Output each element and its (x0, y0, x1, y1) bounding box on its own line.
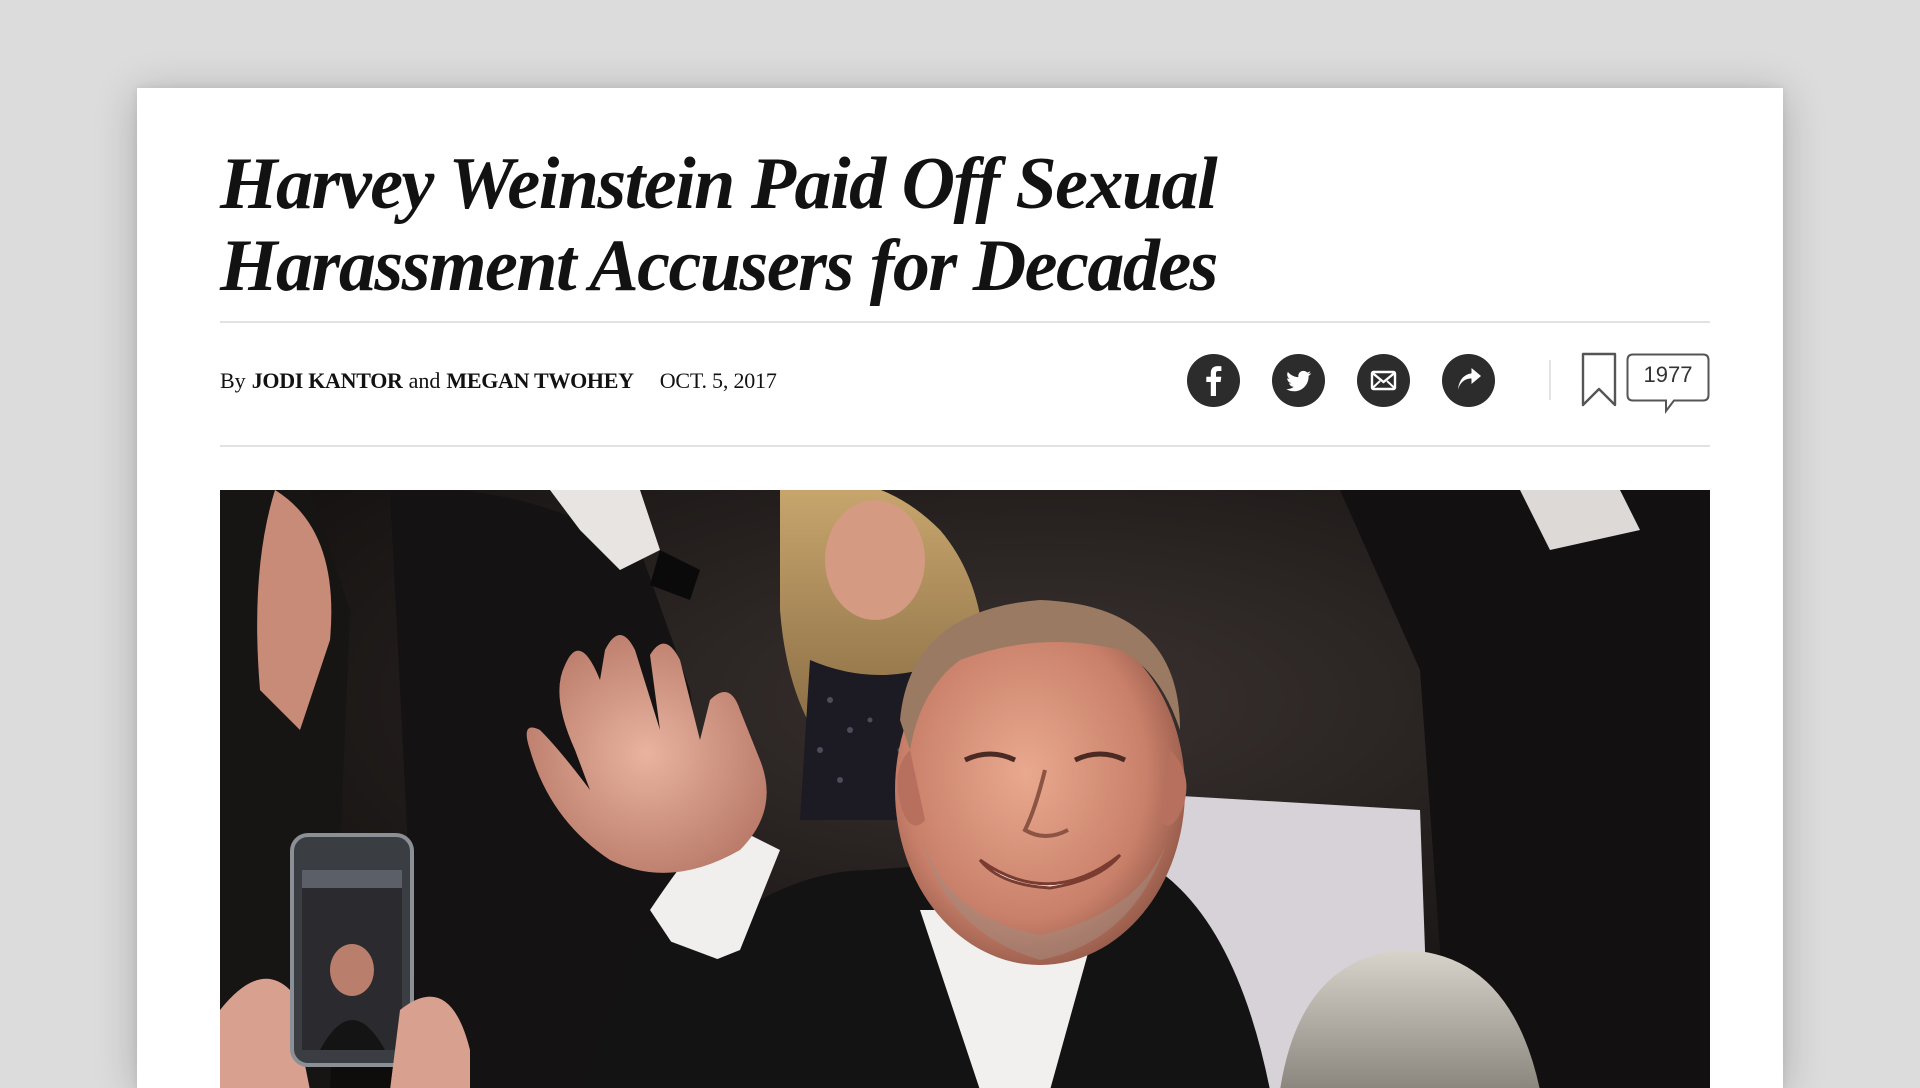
author-link-kantor[interactable]: JODI KANTOR (252, 368, 403, 394)
byline: By JODI KANTOR and MEGAN TWOHEY OCT. 5, … (220, 368, 777, 394)
red-carpet-photo (220, 490, 1710, 1088)
article-card: Harvey Weinstein Paid Off Sexual Harassm… (137, 88, 1783, 1088)
headline-line-2: Harassment Accusers for Decades (220, 225, 1218, 307)
byline-prefix: By (220, 368, 246, 393)
author-link-twohey[interactable]: MEGAN TWOHEY (446, 368, 634, 394)
article-headline: Harvey Weinstein Paid Off Sexual Harassm… (220, 143, 1320, 307)
byline-conjunction: and (408, 368, 441, 393)
comments-button[interactable]: 1977 (1626, 353, 1710, 415)
twitter-icon (1286, 370, 1312, 391)
email-share-button[interactable] (1357, 353, 1410, 407)
more-share-button[interactable] (1442, 353, 1495, 407)
toolbar-divider (1549, 360, 1551, 400)
publish-date: OCT. 5, 2017 (659, 368, 777, 393)
lead-photo (220, 490, 1710, 1088)
bottom-divider (220, 445, 1710, 447)
bookmark-icon (1581, 352, 1617, 407)
facebook-share-button[interactable] (1187, 353, 1240, 407)
bookmark-button[interactable] (1581, 352, 1617, 408)
share-toolbar (1187, 352, 1617, 408)
top-divider (220, 321, 1710, 323)
twitter-share-button[interactable] (1272, 353, 1325, 407)
comment-count: 1977 (1643, 362, 1693, 387)
share-arrow-icon (1458, 367, 1481, 390)
headline-line-1: Harvey Weinstein Paid Off Sexual (220, 143, 1218, 225)
email-icon (1370, 370, 1397, 390)
facebook-icon (1206, 365, 1222, 396)
